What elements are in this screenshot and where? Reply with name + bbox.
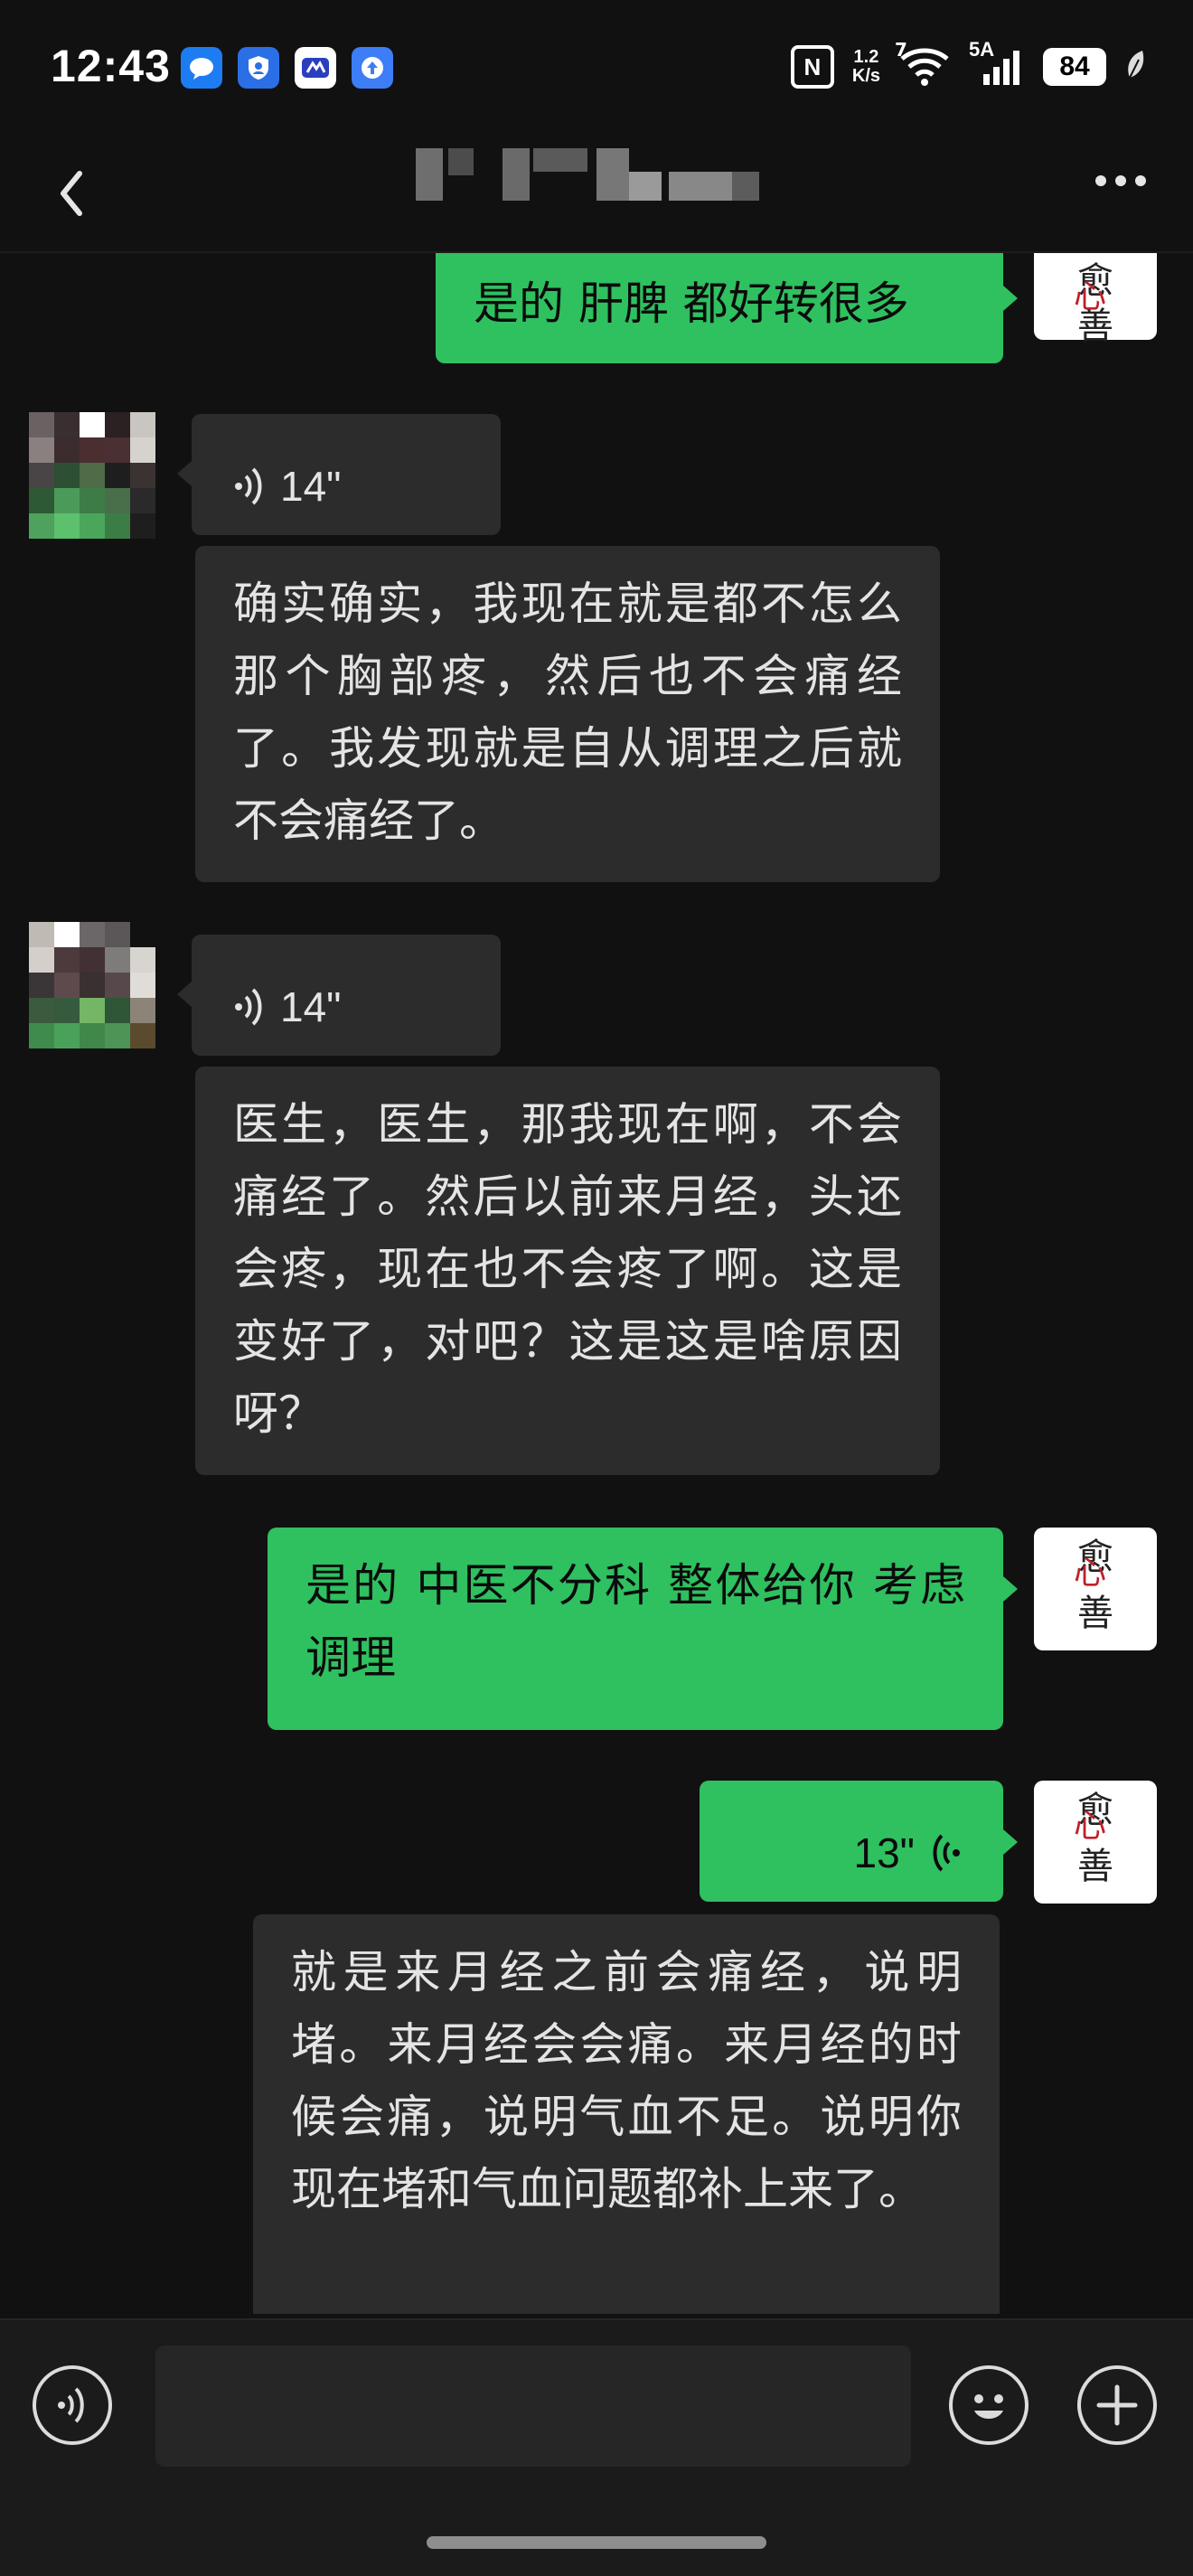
- avatar-logo: 心 愈 善: [1034, 262, 1157, 345]
- status-time: 12:43: [51, 41, 171, 91]
- transcript-text: 就是来月经之前会痛经，说明堵。来月经会会痛。来月经的时候会痛，说明气血不足。说明…: [291, 1946, 962, 2215]
- system-icons: N 1.2 K/s 7 5A 84: [790, 38, 1146, 89]
- contact-name-blurred: [416, 145, 777, 204]
- network-speed-unit: K/s: [851, 66, 880, 86]
- voice-input-button[interactable]: [33, 2365, 112, 2445]
- message-text-field[interactable]: [155, 2346, 911, 2467]
- voice-transcript-bubble[interactable]: 就是来月经之前会痛经，说明堵。来月经会会痛。来月经的时候会痛，说明气血不足。说明…: [253, 1914, 1000, 2314]
- wifi-icon: 7: [895, 39, 951, 88]
- smiley-icon: [974, 2394, 1003, 2419]
- logo-mark: 心: [1074, 278, 1107, 315]
- plus-icon: [1096, 2384, 1138, 2426]
- wifi-badge: 7: [895, 39, 907, 61]
- logo-bottom-char: 善: [1077, 1846, 1113, 1887]
- message-text: 是的 肝脾 都好转很多: [474, 277, 909, 330]
- voice-transcript-bubble[interactable]: 确实确实，我现在就是都不怎么那个胸部疼，然后也不会痛经了。我发现就是自从调理之后…: [195, 546, 940, 882]
- notification-icons: [181, 47, 393, 89]
- bubble-tail: [1003, 1576, 1018, 1602]
- voice-duration: 13": [853, 1829, 916, 1876]
- contact-avatar[interactable]: [29, 922, 157, 1050]
- outgoing-message-bubble[interactable]: 是的 中医不分科 整体给你 考虑调理: [268, 1528, 1003, 1730]
- outgoing-voice-message[interactable]: 13": [700, 1781, 1003, 1902]
- my-avatar[interactable]: 心 愈 善: [1034, 1781, 1157, 1904]
- avatar-logo: 心 愈 善: [1034, 1791, 1157, 1885]
- app-notification-icon: [295, 47, 336, 89]
- bubble-tail: [1003, 286, 1018, 311]
- transcript-text: 确实确实，我现在就是都不怎么那个胸部疼，然后也不会痛经了。我发现就是自从调理之后…: [233, 578, 902, 847]
- chat-notification-icon: [181, 47, 222, 89]
- leaf-icon: [1124, 49, 1146, 85]
- my-avatar[interactable]: 心 愈 善: [1034, 253, 1157, 345]
- nfc-icon: N: [790, 45, 834, 89]
- voice-wave-icon: [58, 2387, 84, 2423]
- more-dots-icon: [1095, 175, 1146, 186]
- battery-indicator: 84: [1043, 48, 1106, 86]
- emoji-button[interactable]: [949, 2365, 1029, 2445]
- incoming-voice-message[interactable]: 14": [192, 414, 501, 535]
- voice-wave-icon: [235, 988, 262, 1026]
- shield-notification-icon: [238, 47, 279, 89]
- incoming-voice-message[interactable]: 14": [192, 935, 501, 1056]
- bubble-tail: [177, 461, 192, 486]
- status-bar: 12:43 N 1.2 K/s 7 5A 84: [0, 0, 1193, 136]
- upload-notification-icon: [352, 47, 393, 89]
- network-speed-value: 1.2: [853, 47, 879, 67]
- chevron-left-icon: [61, 171, 82, 216]
- contact-avatar[interactable]: [29, 412, 157, 541]
- transcript-text: 医生，医生，那我现在啊，不会痛经了。然后以前来月经，头还会疼，现在也不会疼了啊。…: [233, 1098, 902, 1440]
- bubble-tail: [1003, 1829, 1018, 1855]
- more-options-button[interactable]: [1092, 163, 1150, 199]
- message-text: 是的 中医不分科 整体给你 考虑调理: [305, 1559, 965, 1684]
- outgoing-message-bubble[interactable]: 是的 肝脾 都好转很多: [436, 253, 1003, 363]
- voice-transcript-bubble[interactable]: 医生，医生，那我现在啊，不会痛经了。然后以前来月经，头还会疼，现在也不会疼了啊。…: [195, 1067, 940, 1475]
- home-indicator[interactable]: [427, 2536, 766, 2549]
- voice-duration: 14": [280, 983, 342, 1030]
- voice-wave-icon: [933, 1834, 960, 1872]
- chat-messages[interactable]: 是的 肝脾 都好转很多 心 愈 善 14" 确实确实，我现在就是都不怎么那个胸部…: [0, 253, 1193, 2314]
- signal-icon: 5A: [969, 38, 1025, 87]
- my-avatar[interactable]: 心 愈 善: [1034, 1528, 1157, 1650]
- logo-bottom-char: 善: [1077, 1593, 1113, 1634]
- logo-mark: 心: [1074, 1555, 1107, 1592]
- logo-mark: 心: [1074, 1808, 1107, 1845]
- voice-duration: 14": [280, 463, 342, 510]
- network-speed: 1.2 K/s: [852, 48, 880, 86]
- voice-wave-icon: [235, 467, 262, 505]
- back-button[interactable]: [47, 157, 119, 230]
- add-attachment-button[interactable]: [1077, 2365, 1157, 2445]
- avatar-logo: 心 愈 善: [1034, 1538, 1157, 1632]
- bubble-tail: [177, 982, 192, 1007]
